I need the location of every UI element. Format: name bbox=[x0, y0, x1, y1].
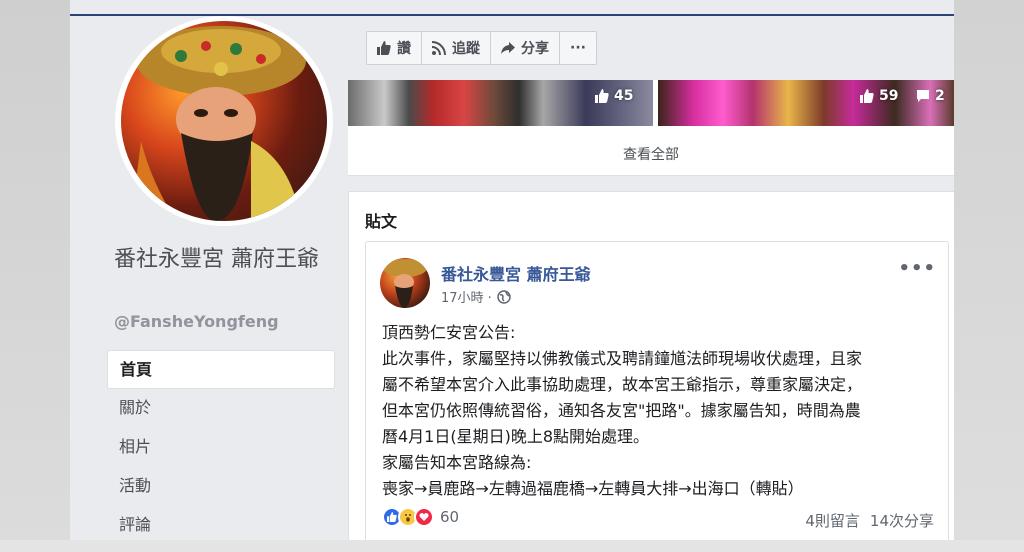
posts-card: 貼文 番社永豐宮 蕭府王爺 17小時 · ••• 頂西勢仁安宮公告: 此次事件，… bbox=[348, 191, 954, 540]
nav-item-about[interactable]: 關於 bbox=[107, 389, 335, 428]
photo-2-comments: 2 bbox=[916, 88, 945, 104]
like-page-label: 讚 bbox=[397, 41, 411, 57]
post-line: 頂西勢仁安宮公告: bbox=[382, 323, 516, 342]
post-options-button[interactable]: ••• bbox=[898, 258, 936, 279]
share-page-button[interactable]: 分享 bbox=[490, 31, 560, 65]
post-item: 番社永豐宮 蕭府王爺 17小時 · ••• 頂西勢仁安宮公告: 此次事件，家屬堅… bbox=[365, 241, 949, 540]
more-actions-label: ··· bbox=[570, 40, 586, 56]
page-top-border bbox=[70, 14, 954, 16]
love-reaction-icon bbox=[414, 507, 434, 527]
like-page-button[interactable]: 讚 bbox=[366, 31, 422, 65]
post-line: 曆4月1日(星期日)晚上8點開始處理。 bbox=[382, 427, 650, 446]
photo-1-likes: 45 bbox=[595, 88, 633, 104]
post-line: 喪家→員鹿路→左轉過福鹿橋→左轉員大排→出海口（轉貼） bbox=[382, 479, 804, 498]
page-handle[interactable]: @FansheYongfeng bbox=[114, 312, 279, 331]
nav-item-reviews[interactable]: 評論 bbox=[107, 506, 335, 540]
post-line: 屬不希望本宮介入此事協助處理，故本宮王爺指示，尊重家屬決定， bbox=[382, 375, 863, 394]
post-line: 家屬告知本宮路線為: bbox=[382, 453, 532, 472]
globe-icon bbox=[497, 289, 511, 304]
post-line: 但本宮仍依照傳統習俗，通知各友宮"把路"。據家屬告知，時間為農 bbox=[382, 401, 861, 420]
post-line: 此次事件，家屬堅持以佛教儀式及聘請鐘馗法師現場收伏處理，且家 bbox=[382, 349, 863, 368]
photo-2-comment-count: 2 bbox=[935, 88, 945, 104]
page-name[interactable]: 番社永豐宮 蕭府王爺 bbox=[114, 244, 344, 276]
photo-1-like-count: 45 bbox=[614, 88, 634, 104]
comment-bubble-icon bbox=[917, 90, 929, 102]
post-time-label: 17小時 · bbox=[441, 291, 492, 306]
post-author-name[interactable]: 番社永豐宮 蕭府王爺 bbox=[441, 261, 591, 285]
thumbs-up-icon bbox=[860, 89, 874, 103]
photo-thumbnail-2[interactable]: 59 2 bbox=[658, 80, 954, 126]
right-blur-margin bbox=[954, 0, 1024, 552]
photo-2-likes: 59 bbox=[860, 88, 898, 104]
thumbs-up-icon bbox=[595, 89, 609, 103]
posts-section-title: 貼文 bbox=[365, 212, 398, 231]
post-timestamp[interactable]: 17小時 · bbox=[441, 287, 511, 306]
photo-thumbnail-1[interactable]: 45 bbox=[348, 80, 653, 126]
share-count-link[interactable]: 14次分享 bbox=[870, 510, 934, 531]
share-arrow-icon bbox=[501, 42, 515, 54]
post-stats: 4則留言 14次分享 bbox=[805, 510, 934, 531]
photos-card: 45 59 2 查看全部 bbox=[348, 80, 954, 176]
share-page-label: 分享 bbox=[521, 41, 549, 57]
post-body: 頂西勢仁安宮公告: 此次事件，家屬堅持以佛教儀式及聘請鐘馗法師現場收伏處理，且家… bbox=[382, 320, 938, 502]
page-nav: 首頁 關於 相片 活動 評論 bbox=[107, 350, 335, 540]
nav-item-events[interactable]: 活動 bbox=[107, 467, 335, 506]
nav-item-photos[interactable]: 相片 bbox=[107, 428, 335, 467]
deity-avatar-icon bbox=[383, 259, 427, 308]
comment-count-link[interactable]: 4則留言 bbox=[805, 510, 860, 531]
thumbs-up-icon bbox=[377, 41, 391, 55]
deity-portrait-icon bbox=[131, 26, 306, 221]
follow-page-button[interactable]: 追蹤 bbox=[421, 31, 491, 65]
rss-follow-icon bbox=[432, 41, 446, 55]
photo-2-like-count: 59 bbox=[879, 88, 899, 104]
left-blur-margin bbox=[0, 0, 70, 552]
see-all-photos-link[interactable]: 查看全部 bbox=[348, 144, 954, 164]
page-frame: 番社永豐宮 蕭府王爺 @FansheYongfeng 首頁 關於 相片 活動 評… bbox=[70, 0, 954, 540]
follow-page-label: 追蹤 bbox=[452, 41, 480, 57]
profile-picture[interactable] bbox=[121, 21, 327, 221]
reaction-summary[interactable]: 60 bbox=[382, 507, 459, 527]
more-actions-button[interactable]: ··· bbox=[559, 31, 597, 65]
nav-item-home[interactable]: 首頁 bbox=[107, 350, 335, 389]
bottom-band bbox=[0, 540, 1024, 552]
reaction-count: 60 bbox=[440, 508, 460, 526]
page-action-bar: 讚 追蹤 分享 ··· bbox=[366, 31, 597, 65]
post-author-avatar[interactable] bbox=[380, 258, 430, 308]
